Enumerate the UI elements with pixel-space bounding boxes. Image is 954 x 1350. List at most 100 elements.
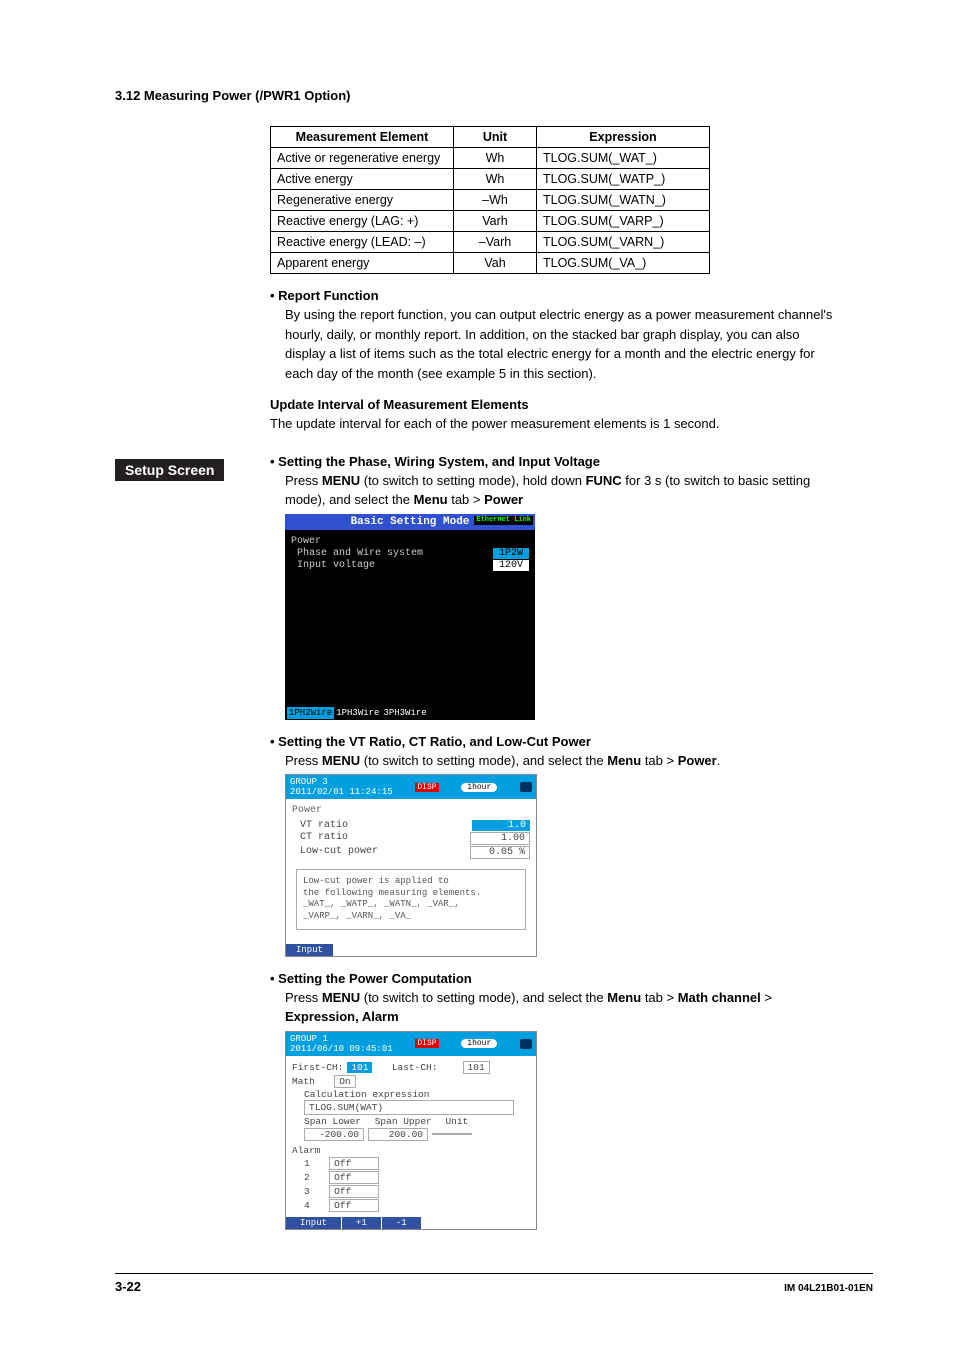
alarm3-value[interactable]: Off [329,1185,379,1198]
tab-3p3w[interactable]: 3PH3Wire [381,707,428,719]
cell-expr: TLOG.SUM(_VARN_) [537,232,710,253]
scr1-phase-value[interactable]: 1P2W [493,548,529,559]
spanlower-label: Span Lower [304,1116,361,1127]
cell-element: Regenerative energy [271,190,454,211]
cell-unit: Varh [454,211,537,232]
txt: MENU [322,753,360,768]
txt: Power [484,492,523,507]
txt: > [761,990,772,1005]
tab-plus1[interactable]: +1 [342,1217,382,1229]
txt: tab > [448,492,485,507]
alarm2-value[interactable]: Off [329,1171,379,1184]
interval-pill: 1hour [461,1039,497,1048]
report-heading: Report Function [270,288,840,303]
table-row: Apparent energyVahTLOG.SUM(_VA_) [271,253,710,274]
tab-1p3w[interactable]: 1PH3Wire [334,707,381,719]
txt: Math channel [678,990,761,1005]
cell-expr: TLOG.SUM(_WATP_) [537,169,710,190]
scr2-note: Low-cut power is applied to the followin… [296,869,526,930]
table-row: Reactive energy (LAG: +)VarhTLOG.SUM(_VA… [271,211,710,232]
spanupper-value[interactable]: 200.00 [368,1128,428,1141]
alarm1-value[interactable]: Off [329,1157,379,1170]
cell-unit: Wh [454,169,537,190]
scr1-tabs[interactable]: 1PH2Wire1PH3Wire3PH3Wire [285,706,535,720]
scr1-voltage-value[interactable]: 120V [493,560,529,571]
screenshot-basic-setting: Basic Setting ModeEthernet Link Power Ph… [285,514,535,720]
calc-value[interactable]: TLOG.SUM(WAT) [304,1100,514,1115]
sect2-heading: Setting the VT Ratio, CT Ratio, and Low-… [270,734,840,749]
sect1-body: Press MENU (to switch to setting mode), … [285,471,840,510]
spanlower-value[interactable]: -200.00 [304,1128,364,1141]
txt: Basic Setting Mode [351,516,470,528]
tab-minus1[interactable]: -1 [382,1217,422,1229]
txt: MENU [322,990,360,1005]
interval-pill: 1hour [461,783,497,792]
math-label: Math [292,1076,315,1087]
table-row: Active energyWhTLOG.SUM(_WATP_) [271,169,710,190]
txt: GROUP 1 [290,1034,328,1044]
alarm1-num: 1 [304,1158,310,1169]
txt: (to switch to setting mode), and select … [360,990,607,1005]
th-unit: Unit [454,127,537,148]
txt: Menu [607,753,641,768]
page-header: 3.12 Measuring Power (/PWR1 Option) [115,88,350,103]
input-tab[interactable]: Input [286,944,333,956]
txt: tab > [641,753,678,768]
tab-1p2w[interactable]: 1PH2Wire [287,707,334,719]
screenshot-math: GROUP 12011/06/10 09:45:01 DISP 1hour Fi… [285,1031,537,1230]
unit-value[interactable] [432,1133,472,1135]
math-value[interactable]: On [334,1075,355,1088]
ct-label: CT ratio [300,832,348,845]
vt-label: VT ratio [300,820,348,831]
lowcut-label: Low-cut power [300,846,378,859]
cell-element: Reactive energy (LEAD: –) [271,232,454,253]
txt: 2011/02/01 11:24:15 [290,787,393,797]
scr1-section: Power [291,536,529,547]
alarm-label: Alarm [292,1145,530,1156]
cell-unit: –Varh [454,232,537,253]
alarm2-num: 2 [304,1172,310,1183]
cell-expr: TLOG.SUM(_WATN_) [537,190,710,211]
txt: tab > [641,990,678,1005]
disp-badge: DISP [415,783,438,792]
lowcut-value[interactable]: 0.05 % [470,846,530,859]
doc-number: IM 04L21B01-01EN [784,1283,873,1294]
cell-element: Reactive energy (LAG: +) [271,211,454,232]
lastch-value[interactable]: 101 [463,1061,490,1074]
firstch-value[interactable]: 101 [347,1062,372,1073]
txt: 2011/06/10 09:45:01 [290,1044,393,1054]
alarm4-num: 4 [304,1200,310,1211]
firstch-label: First-CH: [292,1062,343,1073]
ethernet-icon: Ethernet Link [474,516,533,525]
tab-input[interactable]: Input [286,1217,342,1229]
txt: GROUP 3 [290,777,328,787]
spanupper-label: Span Upper [375,1116,432,1127]
sect1-heading: Setting the Phase, Wiring System, and In… [270,454,840,469]
measurement-table: Measurement Element Unit Expression Acti… [270,126,710,274]
alarm4-value[interactable]: Off [329,1199,379,1212]
txt: MENU [322,473,360,488]
txt: Press [285,473,322,488]
txt: Press [285,753,322,768]
camera-icon[interactable] [520,1039,532,1049]
txt: FUNC [586,473,622,488]
cell-unit: Wh [454,148,537,169]
cell-unit: –Wh [454,190,537,211]
cell-element: Active or regenerative energy [271,148,454,169]
txt: Menu [414,492,448,507]
update-body: The update interval for each of the powe… [270,414,840,434]
ct-value[interactable]: 1.00 [470,832,530,845]
txt: Expression, Alarm [285,1009,399,1024]
scr1-voltage-label: Input voltage [291,560,375,571]
txt: . [717,753,721,768]
sidebar-label: Setup Screen [115,459,224,481]
th-expr: Expression [537,127,710,148]
vt-value[interactable]: 1.0 [472,820,530,831]
txt: (to switch to setting mode), hold down [360,473,585,488]
scr3-tabs[interactable]: Input+1-1 [286,1217,536,1229]
txt: Power [678,753,717,768]
sect3-body: Press MENU (to switch to setting mode), … [285,988,840,1027]
scr3-group: GROUP 12011/06/10 09:45:01 [290,1034,393,1054]
alarm3-num: 3 [304,1186,310,1197]
camera-icon[interactable] [520,782,532,792]
